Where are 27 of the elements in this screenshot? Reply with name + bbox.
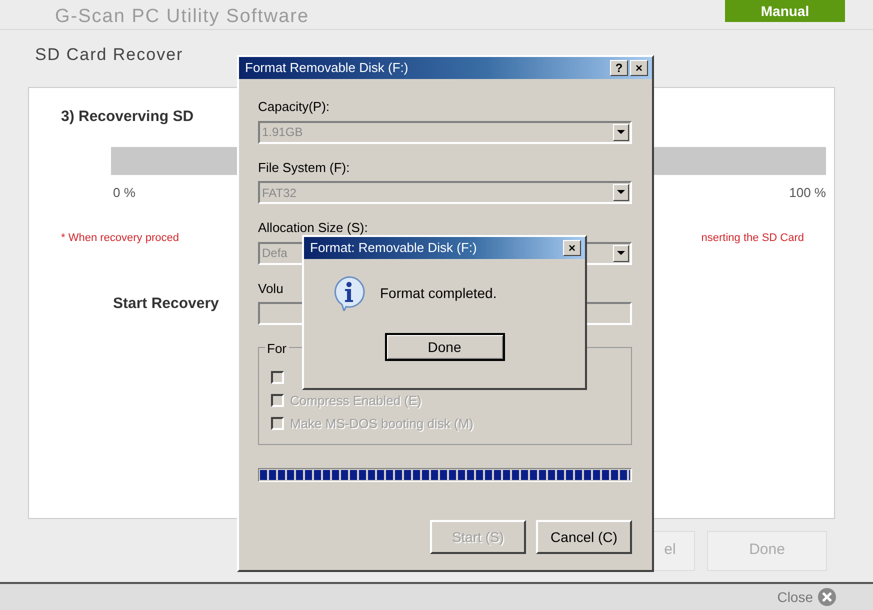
dialog-title: Format Removable Disk (F:): [245, 59, 408, 78]
close-button[interactable]: ×: [630, 60, 648, 76]
close-button[interactable]: ×: [563, 240, 581, 256]
field-label: File System (F):: [258, 158, 350, 177]
help-button[interactable]: ?: [610, 60, 628, 76]
close-label[interactable]: Close: [777, 586, 813, 608]
dialog-title: Format: Removable Disk (F:): [310, 239, 477, 258]
done-button[interactable]: Done: [384, 333, 504, 361]
warning-text: * When recovery proced: [61, 231, 179, 246]
progress-end-label: 100 %: [789, 184, 826, 202]
field-label: Volu: [258, 280, 284, 298]
start-recovery-label: Start Recovery: [113, 294, 219, 314]
manual-button[interactable]: Manual: [725, 0, 845, 22]
progress-start-label: 0 %: [113, 184, 136, 202]
section-title: SD Card Recover: [34, 44, 184, 66]
dropdown-arrow-icon: [617, 190, 625, 195]
message-text: Format completed.: [380, 284, 497, 303]
field-label: Allocation Size (S):: [258, 219, 368, 237]
app-title: G-Scan PC Utility Software: [55, 5, 310, 29]
dropdown-arrow-icon: [617, 130, 625, 134]
dropdown-arrow-icon: [617, 250, 625, 256]
close-icon[interactable]: [817, 586, 837, 607]
step-title: 3) Recoverving SD: [61, 107, 194, 127]
info-icon: [332, 275, 366, 311]
field-label: Capacity(P):: [258, 98, 330, 116]
cancel-button[interactable]: Cancel (C): [536, 520, 632, 554]
warning-text: nserting the SD Card: [701, 231, 804, 246]
